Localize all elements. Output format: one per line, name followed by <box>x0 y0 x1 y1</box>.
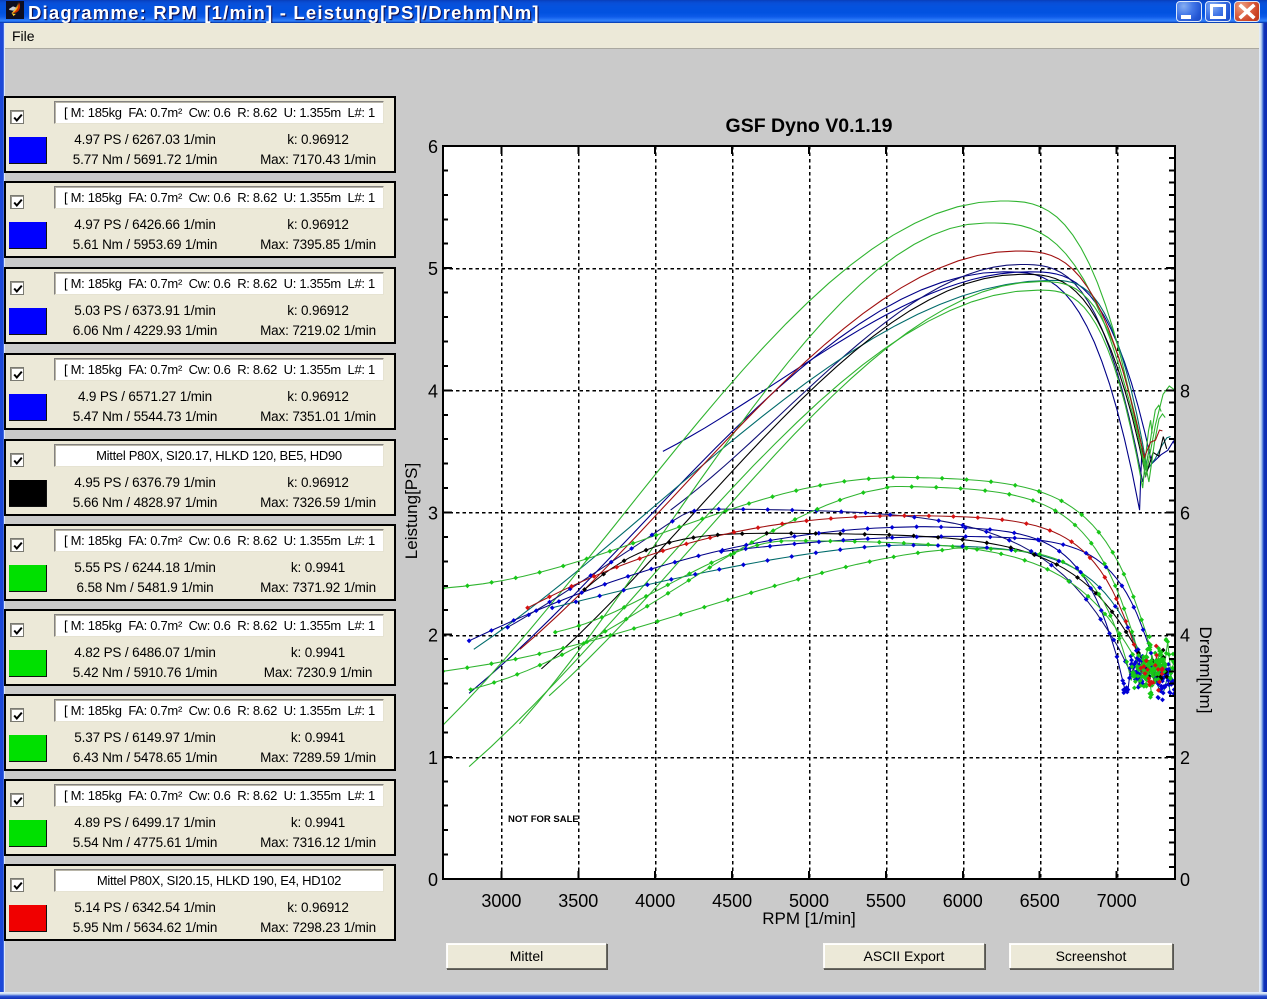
svg-text:7000: 7000 <box>1097 891 1137 911</box>
svg-text:0: 0 <box>1180 870 1190 890</box>
svg-text:1: 1 <box>428 748 438 768</box>
svg-text:4: 4 <box>1180 626 1190 646</box>
svg-text:6: 6 <box>428 137 438 157</box>
svg-text:5500: 5500 <box>866 891 906 911</box>
svg-text:3500: 3500 <box>558 891 598 911</box>
svg-text:3000: 3000 <box>481 891 521 911</box>
svg-text:5: 5 <box>428 259 438 279</box>
svg-text:NOT FOR SALE: NOT FOR SALE <box>508 814 579 825</box>
svg-text:6500: 6500 <box>1020 891 1060 911</box>
svg-text:4500: 4500 <box>712 891 752 911</box>
svg-text:6000: 6000 <box>943 891 983 911</box>
svg-text:0: 0 <box>428 870 438 890</box>
svg-text:Drehm[Nm]: Drehm[Nm] <box>1196 627 1215 714</box>
svg-text:8: 8 <box>1180 381 1190 401</box>
svg-text:4: 4 <box>428 381 438 401</box>
svg-text:2: 2 <box>428 626 438 646</box>
svg-text:2: 2 <box>1180 748 1190 768</box>
svg-text:Leistung[PS]: Leistung[PS] <box>402 463 421 559</box>
svg-text:3: 3 <box>428 504 438 524</box>
svg-text:4000: 4000 <box>635 891 675 911</box>
svg-text:GSF Dyno V0.1.19: GSF Dyno V0.1.19 <box>726 115 893 137</box>
svg-text:5000: 5000 <box>789 891 829 911</box>
svg-text:6: 6 <box>1180 504 1190 524</box>
svg-text:RPM [1/min]: RPM [1/min] <box>762 909 856 928</box>
